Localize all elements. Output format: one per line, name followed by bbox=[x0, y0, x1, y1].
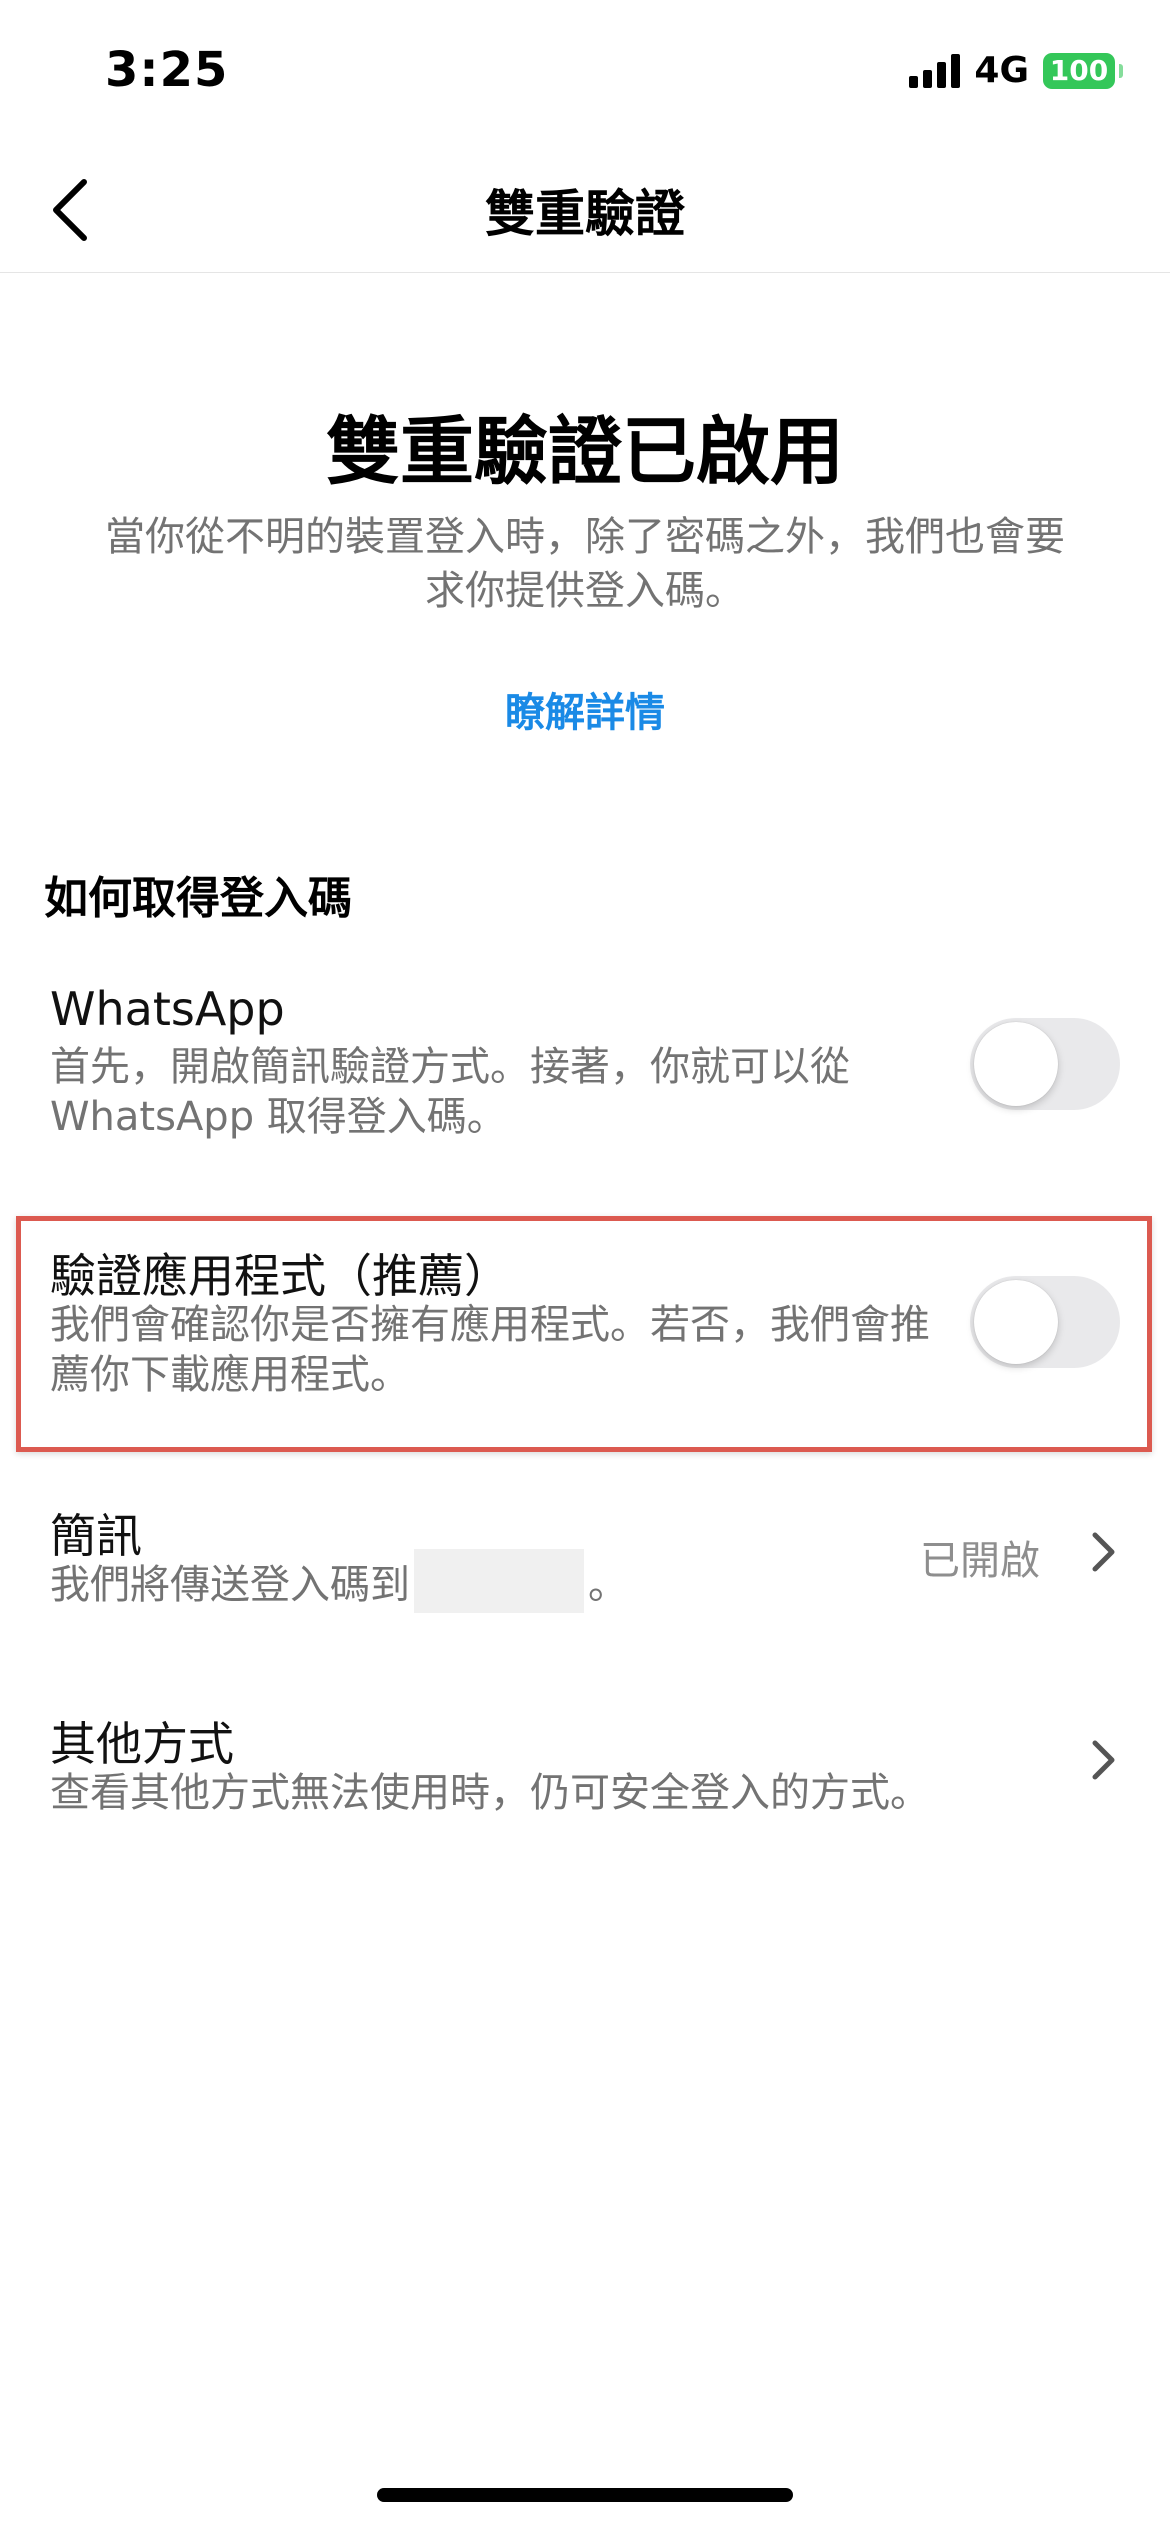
signal-icon bbox=[909, 53, 961, 88]
option-sms-title: 簡訊 bbox=[50, 1509, 142, 1563]
option-whatsapp-title: WhatsApp bbox=[50, 982, 285, 1036]
learn-more-link[interactable]: 瞭解詳情 bbox=[0, 680, 1170, 738]
section-heading: 如何取得登入碼 bbox=[44, 873, 352, 924]
page-title: 雙重驗證 bbox=[485, 185, 685, 243]
sms-description-prefix: 我們將傳送登入碼到 bbox=[50, 1562, 410, 1608]
home-indicator bbox=[377, 2488, 793, 2502]
option-auth-app-description: 我們會確認你是否擁有應用程式。若否，我們會推薦你下載應用程式。 bbox=[50, 1302, 930, 1398]
option-other-description: 查看其他方式無法使用時，仍可安全登入的方式。 bbox=[50, 1770, 930, 1816]
hero-description: 當你從不明的裝置登入時，除了密碼之外，我們也會要求你提供登入碼。 bbox=[105, 514, 1065, 614]
battery-level: 100 bbox=[1049, 54, 1109, 87]
redacted-phone-number bbox=[414, 1549, 584, 1613]
status-time: 3:25 bbox=[105, 42, 229, 98]
toggle-knob bbox=[974, 1280, 1058, 1364]
option-sms-description: 我們將傳送登入碼到 。 bbox=[50, 1549, 930, 1613]
auth-app-toggle[interactable] bbox=[970, 1276, 1120, 1368]
option-other-title: 其他方式 bbox=[50, 1717, 234, 1771]
sms-description-suffix: 。 bbox=[588, 1562, 628, 1608]
whatsapp-toggle[interactable] bbox=[970, 1018, 1120, 1110]
status-indicators: 4G 100 bbox=[909, 50, 1123, 91]
sms-status: 已開啟 bbox=[920, 1538, 1040, 1584]
nav-header: 雙重驗證 bbox=[0, 150, 1170, 273]
network-label: 4G bbox=[974, 50, 1029, 91]
option-auth-app-title: 驗證應用程式（推薦） bbox=[50, 1249, 510, 1303]
hero-title: 雙重驗證已啟用 bbox=[326, 409, 844, 495]
option-auth-app: 驗證應用程式（推薦） 我們會確認你是否擁有應用程式。若否，我們會推薦你下載應用程… bbox=[0, 1238, 1170, 1418]
option-other-methods[interactable]: 其他方式 查看其他方式無法使用時，仍可安全登入的方式。 bbox=[0, 1706, 1170, 1836]
status-bar: 3:25 4G 100 bbox=[0, 0, 1170, 150]
toggle-knob bbox=[974, 1022, 1058, 1106]
option-whatsapp: WhatsApp 首先，開啟簡訊驗證方式。接著，你就可以從 WhatsApp 取… bbox=[0, 980, 1170, 1160]
option-whatsapp-description: 首先，開啟簡訊驗證方式。接著，你就可以從 WhatsApp 取得登入碼。 bbox=[50, 1044, 850, 1140]
chevron-right-icon bbox=[1084, 1730, 1124, 1790]
chevron-right-icon bbox=[1084, 1522, 1124, 1582]
battery-icon: 100 bbox=[1043, 52, 1123, 89]
option-sms[interactable]: 簡訊 我們將傳送登入碼到 。 已開啟 bbox=[0, 1498, 1170, 1628]
